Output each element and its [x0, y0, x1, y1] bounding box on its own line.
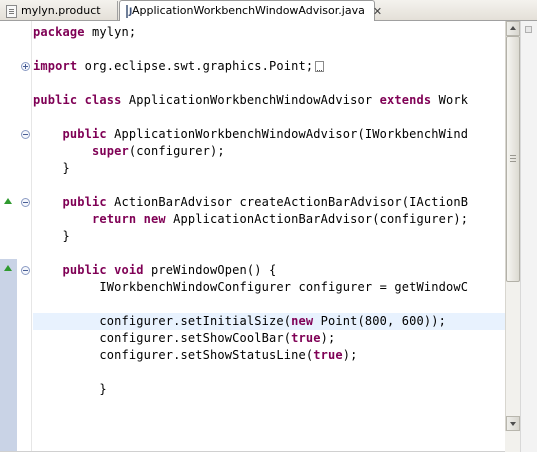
- override-indicator-icon[interactable]: [4, 265, 12, 271]
- code-line: configurer.setInitialSize(new Point(800,…: [33, 313, 446, 330]
- code-text: ApplicationWorkbenchWindowAdvisor: [121, 93, 380, 107]
- editor-tab-bar: mylyn.product ApplicationWorkbenchWindow…: [0, 0, 537, 21]
- code-keyword: new: [143, 212, 166, 226]
- code-line: public class ApplicationWorkbenchWindowA…: [33, 92, 468, 109]
- java-file-icon: [126, 3, 132, 21]
- scrollbar-corner: [505, 431, 520, 452]
- code-keyword: void: [114, 263, 144, 277]
- code-text: (configurer);: [128, 144, 225, 158]
- code-text: ApplicationWorkbenchWindowAdvisor(IWorkb…: [106, 127, 469, 141]
- java-editor-window: mylyn.product ApplicationWorkbenchWindow…: [0, 0, 537, 452]
- code-text: Work: [431, 93, 469, 107]
- collapse-fold-icon[interactable]: [21, 266, 30, 275]
- code-line: }: [33, 228, 70, 245]
- code-keyword: public: [62, 263, 107, 277]
- code-text: mylyn;: [84, 25, 137, 39]
- code-text: ActionBarAdvisor createActionBarAdvisor(…: [106, 195, 469, 209]
- scrollbar-thumb[interactable]: [506, 36, 520, 282]
- code-editor[interactable]: package mylyn; import org.eclipse.swt.gra…: [0, 21, 537, 452]
- overview-status-icon: [525, 26, 532, 33]
- code-keyword: public: [33, 93, 78, 107]
- code-keyword: public: [62, 127, 107, 141]
- code-text: configurer.setShowStatusLine(: [33, 348, 314, 362]
- folding-ruler: [17, 21, 32, 452]
- code-keyword: extends: [379, 93, 432, 107]
- scroll-up-icon[interactable]: [506, 21, 520, 36]
- code-keyword: package: [33, 25, 85, 39]
- code-keyword: public: [62, 195, 107, 209]
- code-text: );: [320, 331, 336, 345]
- collapse-fold-icon[interactable]: [21, 130, 30, 139]
- code-line: configurer.setShowStatusLine(true);: [33, 347, 358, 364]
- tab-label: mylyn.product: [21, 4, 101, 17]
- scrollbar-grip-icon: [510, 155, 516, 156]
- code-line: return new ApplicationActionBarAdvisor(c…: [33, 211, 468, 228]
- code-keyword: true: [291, 331, 321, 345]
- code-text: configurer.setShowCoolBar(: [33, 331, 292, 345]
- code-text: );: [342, 348, 358, 362]
- code-text: org.eclipse.swt.graphics.Point;: [77, 59, 314, 73]
- code-line: package mylyn;: [33, 24, 136, 41]
- code-line: }: [33, 381, 107, 398]
- code-text: configurer.setInitialSize(: [33, 314, 292, 328]
- code-keyword: new: [291, 314, 314, 328]
- code-text: ApplicationActionBarAdvisor(configurer);: [165, 212, 469, 226]
- code-text-area[interactable]: package mylyn; import org.eclipse.swt.gra…: [33, 21, 505, 452]
- code-keyword: return: [92, 212, 137, 226]
- code-line: import org.eclipse.swt.graphics.Point;: [33, 58, 325, 75]
- code-line: public void preWindowOpen() {: [33, 262, 277, 279]
- code-text: }: [33, 382, 107, 396]
- folded-code-icon[interactable]: [315, 61, 325, 72]
- product-file-icon: [6, 4, 17, 18]
- code-line: public ApplicationWorkbenchWindowAdvisor…: [33, 126, 468, 143]
- close-icon[interactable]: ✕: [373, 6, 382, 17]
- ruler-range-highlight: [0, 259, 17, 452]
- code-keyword: class: [84, 93, 122, 107]
- code-line: public ActionBarAdvisor createActionBarA…: [33, 194, 468, 211]
- scroll-down-icon[interactable]: [506, 416, 520, 431]
- code-text: }: [33, 161, 70, 175]
- code-line: IWorkbenchWindowConfigurer configurer = …: [33, 279, 468, 296]
- code-keyword: super: [92, 144, 129, 158]
- overview-ruler[interactable]: [520, 21, 537, 452]
- override-indicator-icon[interactable]: [4, 198, 12, 204]
- code-keyword: true: [313, 348, 343, 362]
- annotation-ruler[interactable]: [0, 21, 17, 452]
- vertical-scrollbar[interactable]: [505, 21, 520, 452]
- tab-label: ApplicationWorkbenchWindowAdvisor.java: [132, 4, 365, 17]
- collapse-fold-icon[interactable]: [21, 198, 30, 207]
- code-line: configurer.setShowCoolBar(true);: [33, 330, 335, 347]
- code-keyword: import: [33, 59, 78, 73]
- code-text: Point(800, 600));: [313, 314, 446, 328]
- code-text: }: [33, 229, 70, 243]
- tab-mylyn-product[interactable]: mylyn.product: [0, 1, 118, 21]
- expand-fold-icon[interactable]: [21, 62, 30, 71]
- code-line: super(configurer);: [33, 143, 225, 160]
- tab-application-workbench-window-advisor[interactable]: ApplicationWorkbenchWindowAdvisor.java ✕: [119, 0, 382, 21]
- code-line: }: [33, 160, 70, 177]
- code-text: preWindowOpen() {: [143, 263, 277, 277]
- code-text: IWorkbenchWindowConfigurer configurer = …: [33, 280, 469, 294]
